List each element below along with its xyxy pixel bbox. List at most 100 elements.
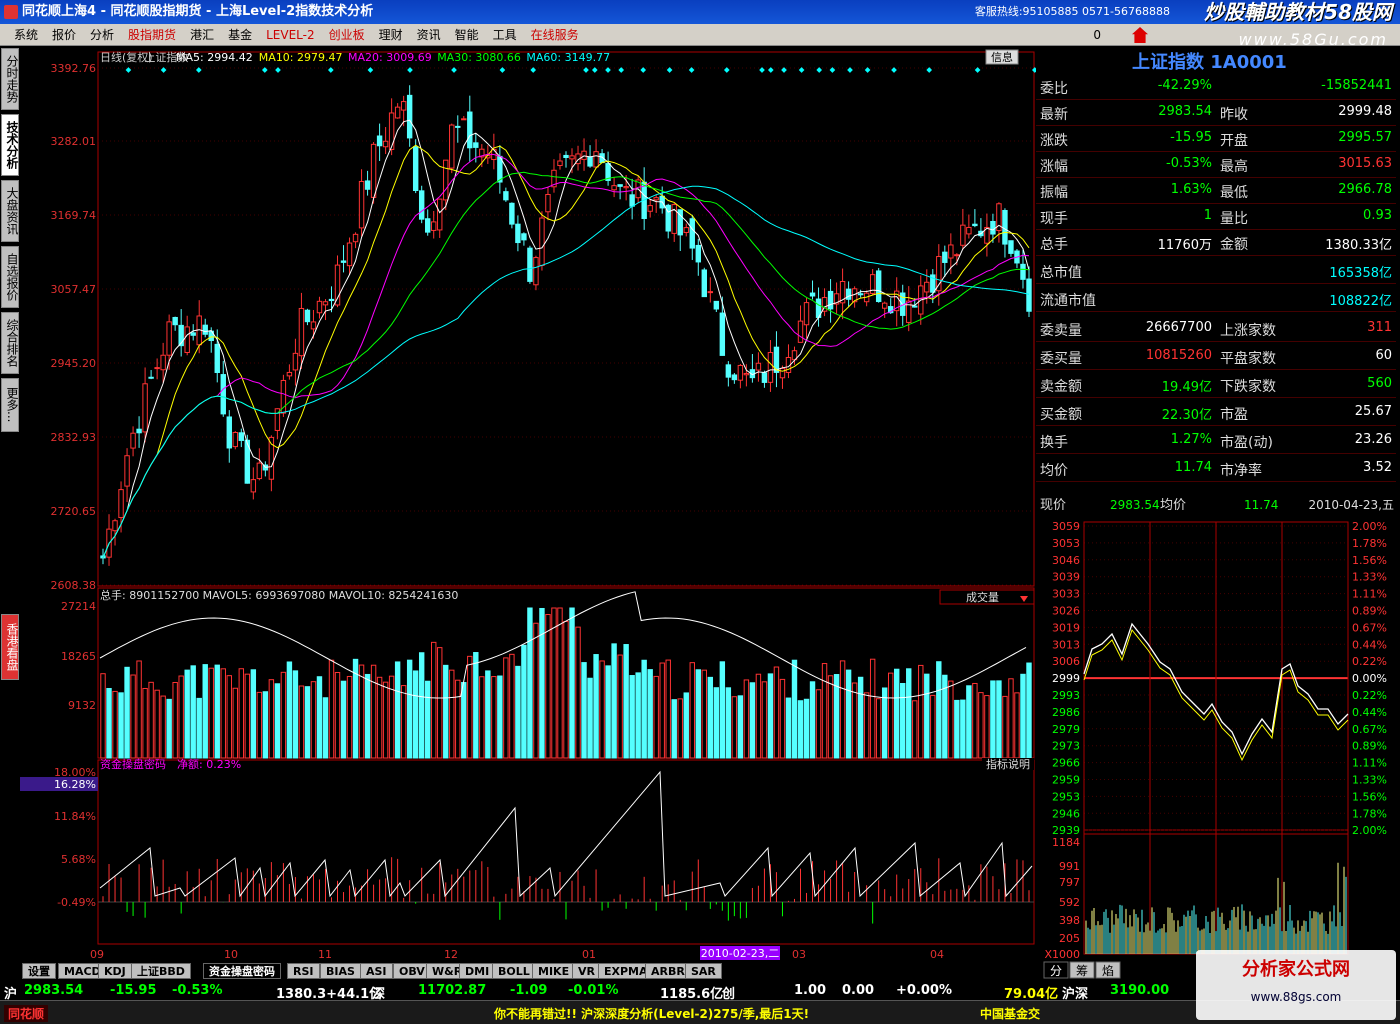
- indicator-tab-6[interactable]: BIAS: [320, 963, 361, 979]
- candle-body: [725, 364, 732, 378]
- indicator-tab-0[interactable]: 设置: [22, 963, 56, 979]
- candle-body: [875, 270, 882, 303]
- volume-bar: [966, 685, 972, 759]
- volume-bar: [406, 659, 413, 759]
- volume-bar: [1026, 662, 1032, 759]
- volume-bar: [996, 680, 1002, 759]
- indicator-tab-4[interactable]: 资金操盘密码: [203, 963, 281, 979]
- indicator-tab-2[interactable]: KDJ: [98, 963, 132, 979]
- mini-right-tick-8: 0.22%: [1352, 655, 1387, 668]
- volume-bar: [641, 659, 647, 759]
- volume-bar: [184, 669, 190, 759]
- quote-row-4: 振幅 1.63% 最低 2966.78: [1036, 178, 1396, 204]
- menu-item-12[interactable]: 在线服务: [531, 28, 579, 42]
- quote-row-6: 总手 11760万 金额 1380.33亿: [1036, 230, 1396, 256]
- volume-bar: [100, 673, 106, 759]
- menu-item-9[interactable]: 资讯: [417, 28, 441, 42]
- menu-item-10[interactable]: 智能: [455, 28, 479, 42]
- indicator-tab-13[interactable]: VR: [572, 963, 601, 979]
- menu-item-8[interactable]: 理财: [379, 28, 403, 42]
- candle-body: [364, 180, 371, 190]
- candle-body: [154, 367, 160, 370]
- indicator-tab-7[interactable]: ASI: [360, 963, 393, 979]
- signal-marker: [666, 67, 673, 73]
- indicator-tab-10[interactable]: DMI: [459, 963, 496, 979]
- price-legend-5: MA30: 3080.66: [437, 51, 521, 64]
- candle-body: [521, 233, 527, 241]
- volume-bar: [900, 683, 906, 759]
- vol-legend: 总手: 8901152700 MAVOL5: 6993697080 MAVOL1…: [100, 588, 458, 602]
- watermark-line1: 炒股輔助教材58股网: [1204, 0, 1392, 24]
- date-cursor: 2010-02-23,二: [701, 947, 779, 960]
- ticker-text[interactable]: 你不能再错过!! 沪深深度分析(Level-2)275/季,最后1天!: [494, 1005, 809, 1022]
- candle-body: [346, 242, 353, 267]
- candle-body: [376, 135, 383, 147]
- window-title: 同花顺上海4 - 同花顺股指期货 - 上海Level-2指数技术分析: [22, 4, 374, 19]
- quote-value: 10815260: [1145, 348, 1212, 363]
- menu-item-3[interactable]: 股指期货: [128, 28, 176, 42]
- mini-right-tick-15: 1.33%: [1352, 774, 1387, 787]
- indicator-tab-16[interactable]: SAR: [685, 963, 722, 979]
- volume-bar: [1002, 695, 1008, 759]
- mini-left-tick-2: 3046: [1052, 554, 1080, 567]
- quote-row-1: 最新 2983.54 昨收 2999.48: [1036, 100, 1396, 126]
- quote-label: 总手: [1040, 237, 1068, 253]
- menu-item-0[interactable]: 系统: [14, 28, 38, 42]
- menu-item-6[interactable]: LEVEL-2: [266, 28, 315, 42]
- candle-body: [148, 376, 154, 379]
- mini-right-tick-10: 0.22%: [1352, 689, 1387, 702]
- volume-bar: [875, 698, 882, 759]
- candle-body: [731, 374, 738, 381]
- intraday-chart[interactable]: 现价 2983.54 均价 11.74 2010-04-23,五 3059 2.00% 305…: [1036, 494, 1400, 980]
- cy-b: 0.00: [842, 983, 875, 998]
- side-tab-5[interactable]: 更多...: [1, 378, 19, 432]
- indicator-tab-15[interactable]: ARBR: [645, 963, 691, 979]
- volume-bar: [707, 676, 714, 759]
- volume-bar: [659, 662, 665, 759]
- quote-panel: 上证指数 1A0001 委比 -42.29% -15852441 最新 2983.54 昨…: [1036, 48, 1400, 500]
- indicator-tab-5[interactable]: RSI: [287, 963, 320, 979]
- quote-label2: 平盘家数: [1220, 351, 1276, 367]
- menu-item-4[interactable]: 港汇: [190, 28, 214, 42]
- signal-marker: [327, 67, 334, 73]
- indicator-tab-3[interactable]: 上证BBD: [131, 963, 191, 979]
- side-tab-4[interactable]: 综合排名: [1, 312, 19, 374]
- indicator-tab-12[interactable]: MIKE: [532, 963, 576, 979]
- menu-item-2[interactable]: 分析: [90, 28, 114, 42]
- quote-value2: -15852441: [1321, 78, 1392, 93]
- mini-right-tick-11: 0.44%: [1352, 706, 1387, 719]
- status-bar: 沪 2983.54 -15.95 -0.53% 1380.3+44.1亿 深 1…: [0, 982, 1400, 1002]
- indicator-tabs: 设置 MACD KDJ 上证BBD 资金操盘密码 RSI BIAS ASI OBV W&R DMI B…: [20, 962, 1036, 980]
- quote-row-10: 委买量 10815260 平盘家数 60: [1036, 344, 1396, 370]
- candle-body: [412, 146, 419, 192]
- signal-marker: [891, 67, 897, 73]
- stock-title: 上证指数 1A0001: [1132, 52, 1287, 73]
- volume-bar: [1008, 678, 1014, 759]
- quote-value2: 0.93: [1363, 208, 1392, 223]
- menu-item-1[interactable]: 报价: [52, 28, 76, 42]
- mini-left-tick-17: 2946: [1052, 807, 1080, 820]
- signal-marker: [618, 67, 625, 73]
- indicator-tab-11[interactable]: BOLL: [492, 963, 536, 979]
- message-count[interactable]: 0: [1093, 24, 1101, 46]
- volume-bar: [244, 673, 251, 759]
- signal-marker: [591, 67, 598, 73]
- candle-body: [827, 290, 834, 310]
- side-tab-hk[interactable]: 香港看盘: [1, 614, 19, 680]
- side-tab-1[interactable]: 技术分析: [1, 114, 19, 176]
- side-tab-3[interactable]: 自选报价: [1, 246, 19, 308]
- side-tab-2[interactable]: 大盘资讯: [1, 180, 19, 242]
- home-icon[interactable]: [1132, 27, 1148, 43]
- candle-body: [803, 302, 810, 326]
- menu-item-7[interactable]: 创业板: [329, 28, 365, 42]
- volume-bar: [743, 679, 750, 759]
- menu-item-5[interactable]: 基金: [228, 28, 252, 42]
- main-chart[interactable]: 3392.76 3282.01 3169.74 3057.47 2945.20 2832.…: [20, 48, 1036, 962]
- bottom-bar: 同花顺 你不能再错过!! 沪深深度分析(Level-2)275/季,最后1天! …: [0, 1000, 1400, 1024]
- menu-item-11[interactable]: 工具: [493, 28, 517, 42]
- quote-value2: 2999.48: [1338, 104, 1392, 119]
- ma-line-10: [102, 144, 1030, 559]
- volume-bar: [346, 675, 353, 759]
- side-tab-0[interactable]: 分时走势: [1, 48, 19, 110]
- quote-label2: 下跌家数: [1220, 379, 1276, 395]
